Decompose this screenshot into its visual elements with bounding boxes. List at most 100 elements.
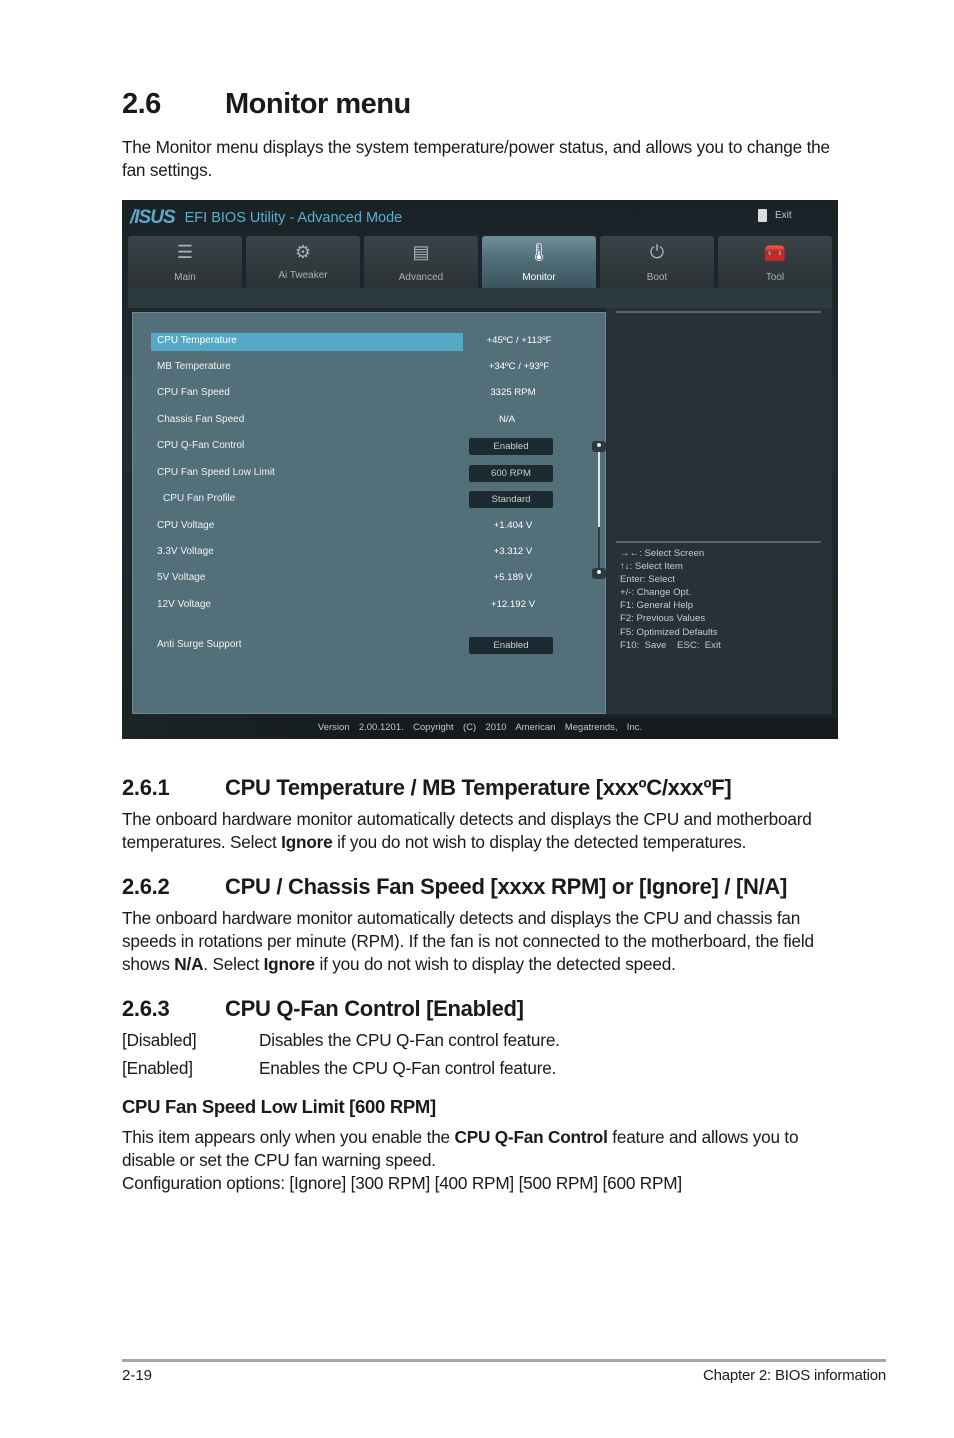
bold-term: Ignore xyxy=(263,954,316,974)
help-panel: →←: Select Screen ↑↓: Select Item Enter:… xyxy=(606,308,832,714)
bold-term: CPU Q-Fan Control xyxy=(454,1127,608,1147)
tweaker-icon: ⚙ xyxy=(294,242,312,262)
advanced-icon: ▤ xyxy=(412,242,430,262)
subsection-body-261: The onboard hardware monitor automatical… xyxy=(122,808,842,854)
item-label: CPU Voltage xyxy=(157,520,215,531)
option-desc: Disables the CPU Q-Fan control feature. xyxy=(259,1030,560,1050)
help-line: F10: Save ESC: Exit xyxy=(620,639,721,651)
subsection-heading-261: 2.6.1 CPU Temperature / MB Temperature [x… xyxy=(122,775,732,801)
tab-label: Ai Tweaker xyxy=(278,270,328,281)
item-cpu-fan-profile[interactable]: CPU Fan Profile Standard xyxy=(151,491,581,509)
option-disabled: [Disabled] Disables the CPU Q-Fan control… xyxy=(122,1029,560,1052)
item-3v3-voltage[interactable]: 3.3V Voltage +3.312 V xyxy=(151,544,581,562)
page-number: 2-19 xyxy=(122,1367,153,1384)
help-line: ↑↓: Select Item xyxy=(620,561,683,573)
item-value: +12.192 V xyxy=(490,599,535,610)
exit-door-icon xyxy=(758,208,767,222)
item-value: N/A xyxy=(499,414,515,425)
item-chassis-fan-speed[interactable]: Chassis Fan Speed N/A xyxy=(151,412,581,430)
item-label: 12V Voltage xyxy=(157,599,211,610)
option-key: [Enabled] xyxy=(122,1058,193,1078)
tab-label: Boot xyxy=(646,272,668,283)
tab-label: Tool xyxy=(765,272,785,283)
exit-label: Exit xyxy=(775,209,792,221)
item-value: +45ºC / +113ºF xyxy=(486,335,552,346)
monitor-icon: 🌡 xyxy=(527,242,551,262)
item-value: +3.312 V xyxy=(493,546,533,557)
toolbox-icon: 🧰 xyxy=(763,242,787,262)
option-enabled: [Enabled] Enables the CPU Q-Fan control f… xyxy=(122,1057,556,1080)
item-label: 3.3V Voltage xyxy=(157,546,214,557)
bios-title-bar: /ISUS EFI BIOS Utility - Advanced Mode xyxy=(130,205,402,231)
item-label: Chassis Fan Speed xyxy=(157,414,245,425)
help-line: +/-: Change Opt. xyxy=(620,587,692,599)
anti-surge-select[interactable]: Enabled xyxy=(469,637,553,654)
subsection-title: CPU / Chassis Fan Speed [xxxx RPM] or [I… xyxy=(225,874,788,899)
subsection-title: CPU Temperature / MB Temperature [xxxºC/… xyxy=(225,775,732,800)
tab-advanced[interactable]: ▤ Advanced xyxy=(364,236,478,288)
divider xyxy=(616,311,821,313)
item-12v-voltage[interactable]: 12V Voltage +12.192 V xyxy=(151,597,581,615)
help-line: F1: General Help xyxy=(620,600,694,612)
tab-boot[interactable]: ⏻ Boot xyxy=(600,236,714,288)
subsection-number: 2.6.1 xyxy=(122,775,170,800)
tab-ai-tweaker[interactable]: ⚙ Ai Tweaker xyxy=(246,236,360,288)
option-desc: Enables the CPU Q-Fan control feature. xyxy=(259,1058,557,1078)
bios-tabs: ☰ Main ⚙ Ai Tweaker ▤ Advanced 🌡 Monitor… xyxy=(128,236,832,288)
config-options: Configuration options: [Ignore] [300 RPM… xyxy=(122,1173,682,1193)
fan-profile-select[interactable]: Standard xyxy=(469,491,553,508)
version-text: Version 2.00.1201. Copyright (C) 2010 Am… xyxy=(317,722,643,733)
subsection-body-262: The onboard hardware monitor automatical… xyxy=(122,907,842,976)
item-5v-voltage[interactable]: 5V Voltage +5.189 V xyxy=(151,570,581,588)
subsection-number: 2.6.3 xyxy=(122,996,170,1021)
q-fan-control-select[interactable]: Enabled xyxy=(469,438,553,455)
text: . Select xyxy=(203,954,264,974)
scroll-down-knob[interactable] xyxy=(592,568,606,579)
tab-monitor[interactable]: 🌡 Monitor xyxy=(482,236,596,288)
subsection-heading-262: 2.6.2 CPU / Chassis Fan Speed [xxxx RPM] … xyxy=(122,874,787,900)
section-heading: 2.6 Monitor menu xyxy=(122,88,411,121)
tab-tool[interactable]: 🧰 Tool xyxy=(718,236,832,288)
item-label: MB Temperature xyxy=(157,361,231,372)
item-heading-low-limit: CPU Fan Speed Low Limit [600 RPM] xyxy=(122,1096,436,1117)
item-label: CPU Fan Speed Low Limit xyxy=(157,467,275,478)
tab-main[interactable]: ☰ Main xyxy=(128,236,242,288)
item-cpu-temperature[interactable]: CPU Temperature +45ºC / +113ºF xyxy=(151,333,581,351)
power-icon: ⏻ xyxy=(649,242,665,262)
help-line: F5: Optimized Defaults xyxy=(620,626,718,638)
item-label: CPU Fan Profile xyxy=(163,493,236,504)
list-icon: ☰ xyxy=(176,242,194,262)
section-number: 2.6 xyxy=(122,88,161,120)
help-line: F2: Previous Values xyxy=(620,613,706,625)
item-label: CPU Temperature xyxy=(157,335,237,346)
item-value: +5.189 V xyxy=(493,572,533,583)
item-cpu-fan-speed-low-limit[interactable]: CPU Fan Speed Low Limit 600 RPM xyxy=(151,465,581,483)
item-value: 3325 RPM xyxy=(490,387,536,398)
item-anti-surge-support[interactable]: Anti Surge Support Enabled xyxy=(151,637,581,655)
bios-screenshot: /ISUS EFI BIOS Utility - Advanced Mode E… xyxy=(122,200,838,739)
chapter-label: Chapter 2: BIOS information xyxy=(702,1367,886,1384)
option-key: [Disabled] xyxy=(122,1030,197,1050)
footer-rule xyxy=(122,1359,886,1362)
item-cpu-fan-speed[interactable]: CPU Fan Speed 3325 RPM xyxy=(151,385,581,403)
item-mb-temperature[interactable]: MB Temperature +34ºC / +93ºF xyxy=(151,359,581,377)
item-cpu-voltage[interactable]: CPU Voltage +1.404 V xyxy=(151,518,581,536)
exit-button[interactable]: Exit xyxy=(750,204,826,226)
scrollbar[interactable] xyxy=(591,441,607,579)
section-title: Monitor menu xyxy=(225,88,411,120)
scrollbar-thumb[interactable] xyxy=(598,449,600,527)
fan-low-limit-select[interactable]: 600 RPM xyxy=(469,465,553,482)
scroll-up-knob[interactable] xyxy=(592,441,606,452)
item-cpu-q-fan-control[interactable]: CPU Q-Fan Control Enabled xyxy=(151,438,581,456)
bold-term: Ignore xyxy=(281,832,333,852)
tab-label: Main xyxy=(174,272,196,283)
tab-label: Advanced xyxy=(398,272,444,283)
item-label: CPU Q-Fan Control xyxy=(157,440,245,451)
bios-footer: Version 2.00.1201. Copyright (C) 2010 Am… xyxy=(122,718,838,739)
help-line: Enter: Select xyxy=(620,574,675,586)
subsection-title: CPU Q-Fan Control [Enabled] xyxy=(225,996,524,1021)
key-help-list: →←: Select Screen ↑↓: Select Item Enter:… xyxy=(620,547,721,652)
item-label: Anti Surge Support xyxy=(157,639,242,650)
low-limit-body: This item appears only when you enable t… xyxy=(122,1126,842,1195)
bios-title: EFI BIOS Utility - Advanced Mode xyxy=(184,210,403,226)
